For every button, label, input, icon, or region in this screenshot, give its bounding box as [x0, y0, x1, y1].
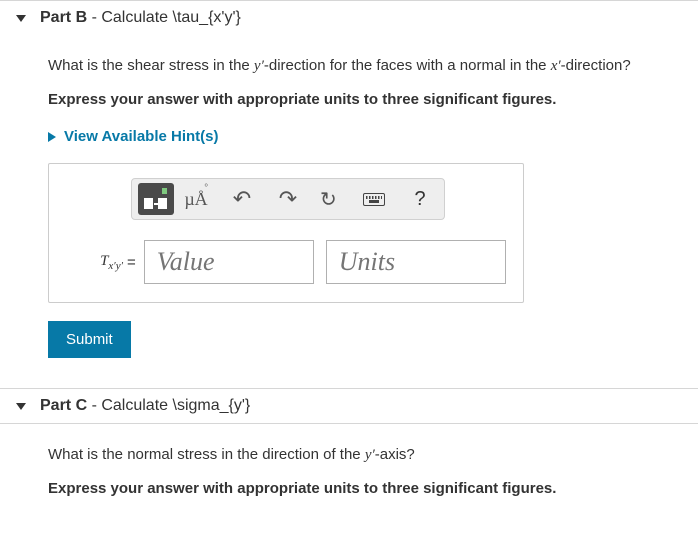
part-c-header[interactable]: Part C - Calculate \sigma_{y'}	[0, 389, 698, 423]
answer-box: µÅ ° ↶ ↷ ↺ ?	[48, 163, 524, 303]
keyboard-button[interactable]	[350, 183, 398, 215]
caret-down-icon	[16, 403, 26, 410]
help-button[interactable]: ?	[402, 183, 438, 215]
redo-button[interactable]: ↷	[270, 183, 306, 215]
redo-icon: ↷	[279, 186, 297, 212]
templates-button[interactable]	[138, 183, 174, 215]
part-b-question: What is the shear stress in the y′-direc…	[48, 57, 698, 75]
part-c-title: Part C - Calculate \sigma_{y'}	[40, 397, 250, 415]
part-b-header[interactable]: Part B - Calculate \tau_{x'y'}	[0, 1, 698, 35]
caret-right-icon	[48, 132, 56, 142]
part-c-question: What is the normal stress in the directi…	[48, 446, 698, 464]
undo-icon: ↶	[233, 186, 251, 212]
value-input[interactable]	[144, 240, 314, 284]
undo-button[interactable]: ↶	[218, 183, 266, 215]
reset-icon: ↺	[320, 187, 337, 212]
part-b-title: Part B - Calculate \tau_{x'y'}	[40, 9, 241, 27]
hints-label: View Available Hint(s)	[64, 128, 219, 145]
submit-button[interactable]: Submit	[48, 321, 131, 358]
units-symbols-button[interactable]: µÅ °	[178, 183, 214, 215]
variable-label: Tx′y′	[63, 253, 123, 272]
ring-icon: °	[204, 182, 208, 192]
part-c-label: Part C	[40, 397, 87, 414]
units-input[interactable]	[326, 240, 506, 284]
editor-toolbar: µÅ ° ↶ ↷ ↺ ?	[131, 178, 445, 220]
equals-sign: =	[127, 254, 136, 271]
templates-icon	[142, 188, 170, 210]
part-c-instruction: Express your answer with appropriate uni…	[48, 480, 698, 497]
keyboard-icon	[363, 193, 385, 206]
caret-down-icon	[16, 15, 26, 22]
help-icon: ?	[414, 188, 425, 211]
view-hints-link[interactable]: View Available Hint(s)	[48, 128, 219, 145]
reset-button[interactable]: ↺	[310, 183, 346, 215]
part-b-instruction: Express your answer with appropriate uni…	[48, 91, 698, 108]
part-b-label: Part B	[40, 9, 87, 26]
